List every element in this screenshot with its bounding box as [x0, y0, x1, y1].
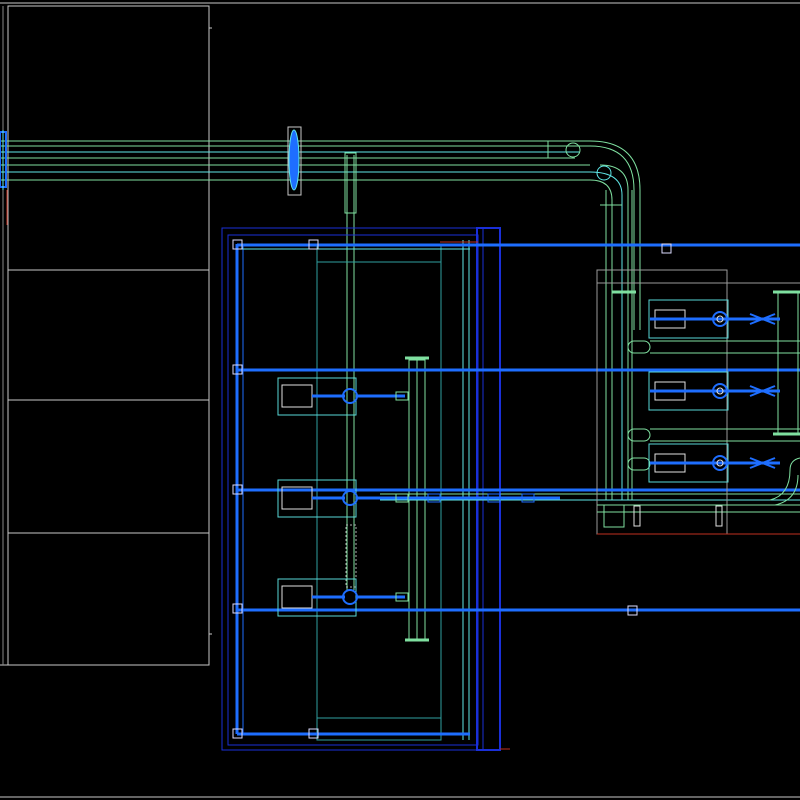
pump-motor: [281, 585, 313, 609]
pump-room-core: [316, 244, 442, 741]
equipment-room-outline: [0, 5, 212, 666]
suction-stubs: [627, 340, 800, 471]
piping-plan-drawing: [0, 2, 800, 798]
valve-circle-top: [565, 142, 581, 158]
right-manifold: [777, 291, 799, 435]
suction-stub: [627, 340, 651, 354]
supply-pipe-bundle: [0, 140, 641, 500]
suction-stub: [627, 428, 651, 442]
inlet-flange-left: [0, 130, 7, 190]
skid-foot-left: [603, 504, 625, 528]
pump-volute: [342, 490, 358, 506]
skid-bolt-right: [715, 505, 723, 527]
skid-pump-2: [648, 371, 780, 411]
pump-unit-2: [277, 479, 560, 518]
equipment-room-rect: [7, 5, 210, 666]
skid-bolt-left: [633, 505, 641, 527]
cad-drawing-canvas: [0, 0, 800, 800]
skid-pump-3: [648, 443, 780, 483]
pump-room-pumps: [277, 377, 560, 617]
suction-stub: [627, 457, 651, 471]
expansion-joint-body: [288, 129, 300, 191]
skid-pump-1: [648, 299, 780, 339]
pump-unit-1: [277, 377, 409, 416]
pump-volute: [342, 388, 358, 404]
elbow-inner-3: [589, 179, 613, 500]
pump-motor: [281, 384, 313, 408]
elbow-inner-1: [599, 164, 629, 500]
pump-volute: [342, 589, 358, 605]
expansion-joint: [287, 126, 302, 196]
